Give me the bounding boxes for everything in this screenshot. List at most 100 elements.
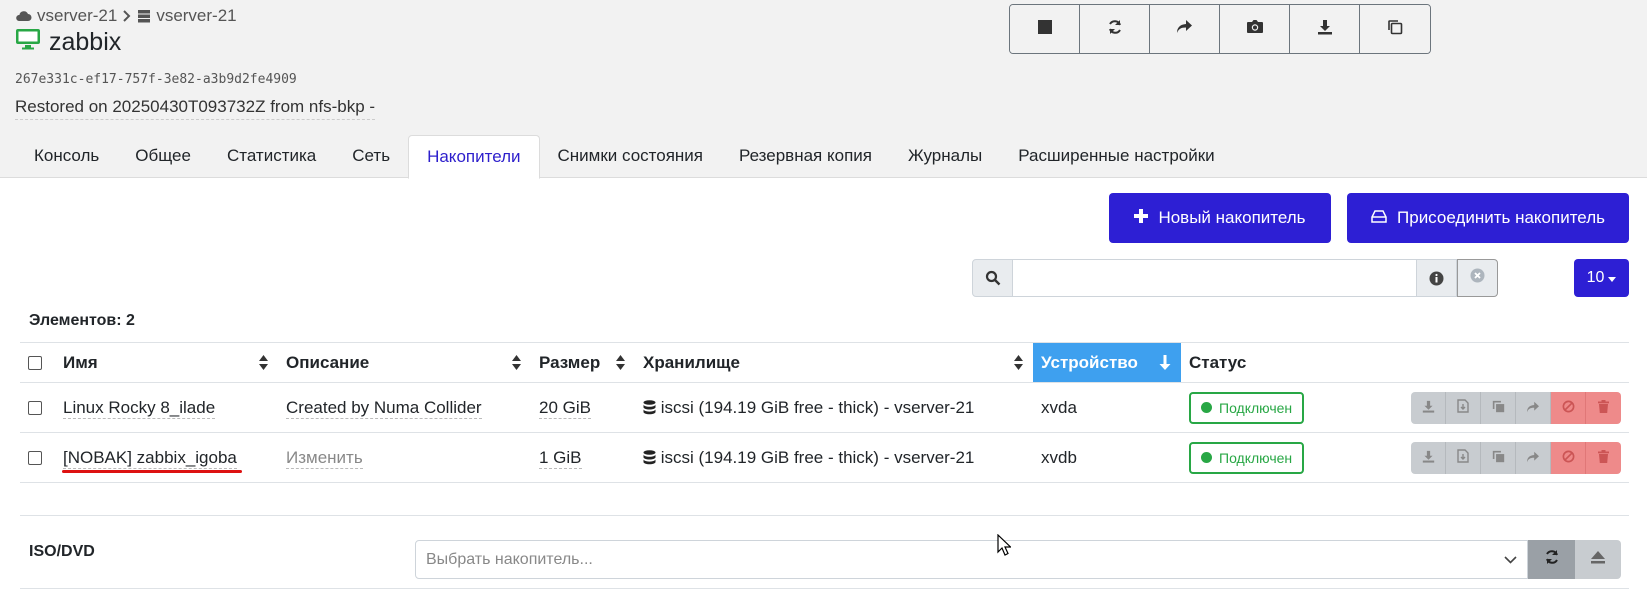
divider	[20, 588, 1629, 589]
stop-button[interactable]	[1010, 5, 1080, 53]
column-name-label: Имя	[63, 352, 98, 372]
import-button[interactable]	[1446, 391, 1481, 424]
column-header-name[interactable]: Имя	[55, 342, 278, 383]
column-header-actions	[1391, 342, 1629, 383]
breadcrumb-host[interactable]: vserver-21	[156, 6, 236, 26]
attach-disk-button[interactable]: Присоединить накопитель	[1347, 193, 1629, 243]
tab-disks[interactable]: Накопители	[408, 135, 540, 179]
vm-name[interactable]: zabbix	[49, 28, 121, 57]
disk-description[interactable]: Изменить	[286, 447, 363, 469]
copy-icon	[1492, 398, 1505, 418]
sort-icon	[616, 355, 625, 375]
vm-header: vserver-21 vserver-21 zabbix 267e331c-ef…	[0, 0, 1647, 179]
disk-size-cell: 20 GiB	[531, 382, 635, 433]
status-label: Подключен	[1219, 399, 1293, 416]
download-icon	[1422, 448, 1435, 468]
tab-logs[interactable]: Журналы	[890, 135, 1000, 178]
per-page-dropdown[interactable]: 10	[1574, 259, 1629, 297]
disk-name[interactable]: [NOBAK] zabbix_igoba	[63, 447, 237, 469]
disk-device-cell: xvda	[1033, 382, 1181, 433]
download-button[interactable]	[1411, 441, 1446, 474]
camera-icon	[1246, 19, 1264, 39]
iso-select[interactable]: Выбрать накопитель...	[415, 540, 1528, 579]
sort-icon	[512, 355, 521, 375]
tab-console[interactable]: Консоль	[16, 135, 117, 178]
column-storage-label: Хранилище	[643, 352, 740, 372]
copy-icon	[1492, 448, 1505, 468]
disk-status-cell: Подключен	[1181, 382, 1391, 433]
download-button[interactable]	[1411, 391, 1446, 424]
search-bar	[972, 259, 1498, 297]
disks-table: Имя Описание Размер Хранилище Устройство…	[20, 342, 1629, 483]
row-checkbox[interactable]	[28, 401, 42, 416]
copy-button[interactable]	[1360, 5, 1430, 53]
per-page-value: 10	[1586, 269, 1605, 286]
new-disk-label: Новый накопитель	[1158, 208, 1306, 227]
disk-storage[interactable]: iscsi (194.19 GiB free - thick) - vserve…	[661, 448, 975, 467]
tab-network[interactable]: Сеть	[334, 135, 408, 178]
disk-device-cell: xvdb	[1033, 432, 1181, 483]
download-icon	[1422, 398, 1435, 418]
info-icon[interactable]	[1416, 259, 1457, 297]
disconnect-button[interactable]	[1551, 441, 1586, 474]
delete-button[interactable]	[1586, 441, 1621, 474]
vm-description[interactable]: Restored on 20250430T093732Z from nfs-bk…	[15, 97, 376, 120]
iso-refresh-button[interactable]	[1528, 540, 1575, 579]
disk-storage[interactable]: iscsi (194.19 GiB free - thick) - vserve…	[661, 398, 975, 417]
delete-button[interactable]	[1586, 391, 1621, 424]
clear-search-button[interactable]	[1457, 259, 1498, 297]
vm-uuid: 267e331c-ef17-757f-3e82-a3b9d2fe4909	[15, 72, 297, 87]
column-header-storage[interactable]: Хранилище	[635, 342, 1033, 383]
tab-advanced[interactable]: Расширенные настройки	[1000, 135, 1232, 178]
caret-down-icon	[1608, 269, 1617, 287]
share-icon	[1526, 448, 1540, 468]
disk-name[interactable]: Linux Rocky 8_ilade	[63, 397, 216, 419]
disk-description[interactable]: Created by Numa Collider	[286, 397, 482, 419]
copy-icon	[1387, 19, 1403, 40]
table-row[interactable]: Linux Rocky 8_ilade Created by Numa Coll…	[20, 382, 1629, 433]
copy-button[interactable]	[1481, 441, 1516, 474]
status-badge[interactable]: Подключен	[1189, 391, 1305, 424]
tab-backup[interactable]: Резервная копия	[721, 135, 890, 178]
database-icon	[643, 448, 656, 467]
status-badge[interactable]: Подключен	[1189, 441, 1305, 474]
desktop-icon	[15, 28, 41, 57]
iso-select-placeholder: Выбрать накопитель...	[426, 550, 593, 568]
row-checkbox[interactable]	[28, 451, 42, 466]
disk-name-cell: [NOBAK] zabbix_igoba	[55, 432, 278, 483]
migrate-button[interactable]	[1150, 5, 1220, 53]
tab-snapshots[interactable]: Снимки состояния	[540, 135, 722, 178]
iso-eject-button[interactable]	[1575, 540, 1621, 579]
tab-stats[interactable]: Статистика	[209, 135, 334, 178]
restart-button[interactable]	[1080, 5, 1150, 53]
breadcrumb-cluster[interactable]: vserver-21	[37, 6, 117, 26]
search-icon	[972, 259, 1013, 297]
arrow-down-icon	[1159, 355, 1171, 375]
hdd-icon	[1371, 208, 1387, 228]
select-all-checkbox[interactable]	[28, 356, 42, 371]
table-row[interactable]: [NOBAK] zabbix_igoba Изменить 1 GiB iscs…	[20, 432, 1629, 483]
column-header-description[interactable]: Описание	[278, 342, 531, 383]
copy-button[interactable]	[1481, 391, 1516, 424]
download-icon	[1317, 19, 1333, 40]
column-header-device[interactable]: Устройство	[1033, 342, 1181, 383]
disk-storage-cell: iscsi (194.19 GiB free - thick) - vserve…	[635, 382, 1033, 433]
disk-size[interactable]: 20 GiB	[539, 397, 591, 419]
disk-size[interactable]: 1 GiB	[539, 447, 582, 469]
search-input[interactable]	[1013, 259, 1416, 297]
migrate-button[interactable]	[1516, 391, 1551, 424]
chevron-down-icon	[1504, 551, 1517, 569]
snapshot-button[interactable]	[1220, 5, 1290, 53]
disconnect-button[interactable]	[1551, 391, 1586, 424]
export-button[interactable]	[1290, 5, 1360, 53]
status-label: Подключен	[1219, 449, 1293, 466]
server-icon	[137, 9, 151, 23]
new-disk-button[interactable]: Новый накопитель	[1109, 193, 1331, 243]
migrate-button[interactable]	[1516, 441, 1551, 474]
disk-device: xvdb	[1041, 447, 1077, 467]
import-button[interactable]	[1446, 441, 1481, 474]
ban-icon	[1562, 448, 1575, 468]
column-header-size[interactable]: Размер	[531, 342, 635, 383]
tab-general[interactable]: Общее	[117, 135, 209, 178]
disk-name-cell: Linux Rocky 8_ilade	[55, 382, 278, 433]
